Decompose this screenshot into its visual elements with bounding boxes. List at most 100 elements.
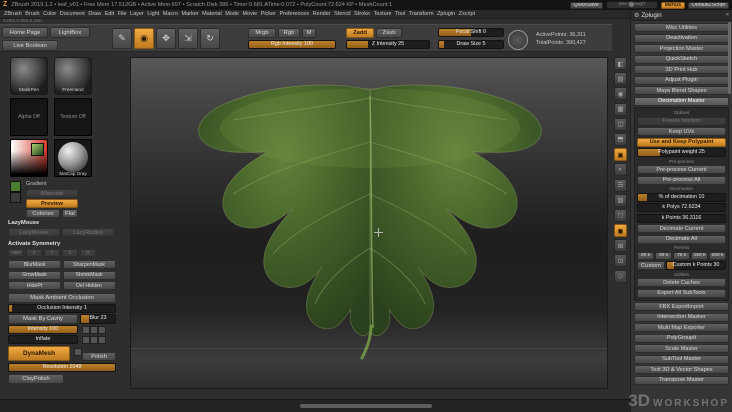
mode-tool-button[interactable]: ◉ (134, 28, 154, 49)
shelf-icon[interactable]: ◧ (614, 57, 627, 70)
lazymouse-button[interactable]: LazyRadius (62, 228, 114, 237)
mask-ambient-occlusion-button[interactable]: Mask Ambient Occlusion (8, 293, 116, 303)
document-canvas[interactable] (130, 57, 608, 389)
mode-tool-button[interactable]: ✥ (156, 28, 176, 49)
shelf-icon[interactable]: ▤ (614, 72, 627, 86)
menu-item[interactable]: Preferences (279, 11, 309, 17)
zplugin-item[interactable]: Scale Master (634, 344, 729, 353)
material-selector[interactable]: MatCap Gray (54, 139, 92, 177)
color-picker[interactable] (10, 139, 48, 177)
main-color-swatch[interactable] (10, 181, 21, 192)
shelf-icon[interactable]: ▨ (614, 193, 627, 207)
menu-item[interactable]: Layer (130, 11, 144, 17)
rgb-button[interactable]: Rgb (278, 28, 300, 38)
zplugin-item[interactable]: FBX ExportImport (634, 302, 729, 311)
zsub-button[interactable]: Zsub (376, 28, 402, 38)
zplugin-item[interactable]: Projection Master (634, 44, 729, 53)
lightbox-button[interactable]: LightBox (50, 27, 90, 38)
shelf-icon[interactable]: ◇ (614, 269, 627, 283)
shelf-icon[interactable]: ◼ (614, 224, 627, 238)
menu-item[interactable]: Tool (395, 11, 405, 17)
tray-scrollbar[interactable] (728, 22, 731, 94)
menu-item[interactable]: Picker (261, 11, 276, 17)
resolution-slider[interactable]: Resolution 2048 (8, 363, 116, 372)
keep-uvs-button[interactable]: Keep UVs (637, 127, 726, 136)
stepper-box-1[interactable] (82, 326, 90, 334)
draw-size-slider[interactable]: Draw Size 5 (438, 40, 504, 49)
symmetry-axis-button[interactable]: Y (44, 249, 60, 257)
menu-item[interactable]: Marker (182, 11, 199, 17)
freeze-borders-button[interactable]: Freeze borders (637, 116, 726, 126)
shelf-icon[interactable]: ◻ (614, 208, 627, 222)
brush-selector[interactable]: MaskPen (10, 57, 48, 95)
zplugin-item[interactable]: Multi Map Exporter (634, 323, 729, 332)
shelf-icon[interactable]: ▦ (614, 102, 627, 116)
menu-item[interactable]: Document (60, 11, 85, 17)
shelf-icon[interactable]: ☰ (614, 178, 627, 192)
symmetry-axis-button[interactable]: X (26, 249, 42, 257)
menu-item[interactable]: Color (43, 11, 56, 17)
see-through-slider[interactable]: See-through (605, 1, 658, 9)
menu-item[interactable]: ZBrush (4, 11, 22, 17)
preset-button[interactable]: 75 k (673, 251, 690, 260)
custom-k-points-slider[interactable]: Custom k Points 30 (666, 261, 726, 270)
inflate-box-3[interactable] (98, 336, 106, 344)
color-swatch-current[interactable] (31, 143, 44, 156)
preprocess-all-button[interactable]: Pre-process All (637, 175, 726, 185)
menu-item[interactable]: Material (202, 11, 222, 17)
inflate-box-2[interactable] (90, 336, 98, 344)
menu-item[interactable]: Macro (163, 11, 178, 17)
custom-button[interactable]: Custom (637, 261, 665, 270)
menu-item[interactable]: Stencil (334, 11, 351, 17)
zplugin-item[interactable]: QuickSketch (634, 54, 729, 64)
inflate-box-1[interactable] (82, 336, 90, 344)
zplugin-item[interactable]: PolyGroupIt (634, 333, 729, 343)
mask-action-button[interactable]: HidePt (8, 281, 61, 290)
focal-shift-slider[interactable]: Focal Shift 0 (438, 28, 504, 37)
zplugin-item[interactable]: Adjust Plugin (634, 75, 729, 85)
preset-button[interactable]: 250 k (709, 251, 726, 260)
zplugin-item[interactable]: Maya Blend Shapes (634, 86, 729, 95)
preview-button[interactable]: Preview (26, 199, 78, 208)
menu-item[interactable]: Transform (409, 11, 434, 17)
symmetry-axis-button[interactable]: Z (62, 249, 78, 257)
menu-item[interactable]: Zplugin (437, 11, 455, 17)
decimate-all-button[interactable]: Decimate All (637, 234, 726, 244)
alternate-button[interactable]: Alternate (26, 189, 78, 198)
zplugin-item[interactable]: Transpose Master (634, 375, 729, 385)
symmetry-axis-button[interactable]: >M< (8, 249, 24, 257)
shelf-icon[interactable]: ⬒ (614, 132, 627, 146)
zplugin-item[interactable]: SubTool Master (634, 354, 729, 364)
menu-item[interactable]: Render (313, 11, 331, 17)
mask-action-button[interactable]: SharpenMask (62, 260, 116, 269)
horizontal-scrollbar[interactable] (300, 404, 432, 408)
decimate-current-button[interactable]: Decimate Current (637, 224, 726, 233)
use-keep-polypaint-button[interactable]: Use and Keep Polypaint (637, 137, 726, 147)
menu-item[interactable]: Zscript (459, 11, 476, 17)
secondary-color-swatch[interactable] (10, 192, 21, 203)
stepper-box-3[interactable] (98, 326, 106, 334)
texture-selector[interactable]: Texture Off (54, 98, 92, 136)
zplugin-item[interactable]: Intersection Masker (634, 312, 729, 322)
menu-item[interactable]: Stroke (354, 11, 370, 17)
symmetry-axis-button[interactable]: R (80, 249, 96, 257)
menus-button[interactable]: Menus (660, 1, 686, 9)
quicksave-button[interactable]: QuickSave (569, 1, 603, 9)
inflate-slider[interactable]: Inflate (8, 335, 78, 344)
export-all-subtools-button[interactable]: Export All SubTools (637, 288, 726, 298)
menu-item[interactable]: Texture (374, 11, 392, 17)
menu-item[interactable]: Movie (242, 11, 257, 17)
rgb-intensity-slider[interactable]: Rgb Intensity 100 (248, 40, 336, 49)
k-polys-slider[interactable]: k Polys 72.6234 (637, 203, 726, 212)
zplugin-item[interactable]: 3D Print Hub (634, 65, 729, 74)
menu-item[interactable]: File (118, 11, 127, 17)
zplugin-palette-header[interactable]: ⚙ Zplugin « (631, 10, 732, 21)
menu-item[interactable]: Brush (25, 11, 39, 17)
alpha-selector[interactable]: Alpha Off (10, 98, 48, 136)
occlusion-intensity-slider[interactable]: Occlusion Intensity 1 (8, 304, 116, 313)
dynamesh-option-box[interactable] (74, 348, 82, 356)
mode-tool-button[interactable]: ✎ (112, 28, 132, 49)
menu-item[interactable]: Light (147, 11, 159, 17)
shelf-icon[interactable]: ⊞ (614, 239, 627, 253)
mask-action-button[interactable]: GrowMask (8, 270, 61, 280)
